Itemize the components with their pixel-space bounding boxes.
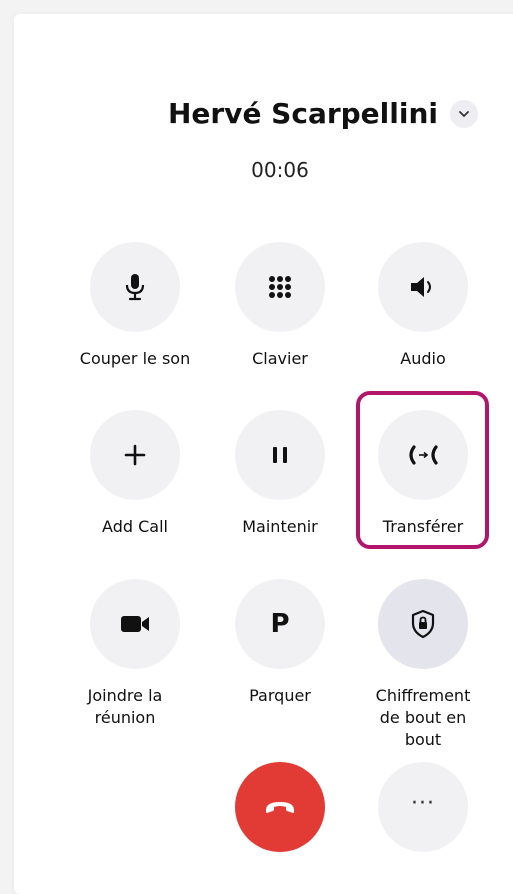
more-control: ··· xyxy=(348,762,498,852)
mute-control: Couper le son xyxy=(60,242,210,370)
chevron-down-icon xyxy=(459,111,469,117)
hang-up-button[interactable] xyxy=(235,762,325,852)
transfer-control: Transférer xyxy=(348,410,498,538)
call-header: Hervé Scarpellini xyxy=(0,96,513,136)
join-meeting-control: Joindre la réunion xyxy=(60,579,210,729)
keypad-icon xyxy=(269,276,291,298)
hold-control: Maintenir xyxy=(205,410,355,538)
caller-dropdown-button[interactable] xyxy=(450,100,478,128)
join-meeting-button[interactable] xyxy=(90,579,180,669)
keypad-control: Clavier xyxy=(205,242,355,370)
hangup-control xyxy=(205,762,355,852)
park-label: Parquer xyxy=(249,686,311,705)
transfer-button[interactable] xyxy=(378,410,468,500)
video-camera-icon xyxy=(121,616,149,632)
mute-button[interactable] xyxy=(90,242,180,332)
hold-label: Maintenir xyxy=(242,517,318,536)
caller-name: Hervé Scarpellini xyxy=(167,97,438,130)
more-dots-icon: ··· xyxy=(411,790,435,816)
microphone-icon xyxy=(125,274,145,301)
call-timer: 00:06 xyxy=(251,158,309,182)
transfer-label: Transférer xyxy=(382,517,464,536)
park-letter-icon: P xyxy=(270,609,290,639)
plus-icon xyxy=(124,444,146,466)
speaker-icon xyxy=(411,277,431,297)
encryption-control: Chiffrement de bout en bout xyxy=(348,579,498,751)
hang-up-icon xyxy=(266,802,294,813)
audio-label: Audio xyxy=(400,349,446,368)
shield-lock-icon xyxy=(411,609,435,639)
audio-button[interactable] xyxy=(378,242,468,332)
add-call-control: Add Call xyxy=(60,410,210,538)
park-control: P Parquer xyxy=(205,579,355,707)
pause-icon xyxy=(273,447,287,463)
keypad-button[interactable] xyxy=(235,242,325,332)
park-button[interactable]: P xyxy=(235,579,325,669)
add-call-label: Add Call xyxy=(102,517,168,536)
add-call-button[interactable] xyxy=(90,410,180,500)
audio-control: Audio xyxy=(348,242,498,370)
mute-label: Couper le son xyxy=(79,349,191,368)
keypad-label: Clavier xyxy=(252,349,308,368)
join-meeting-label: Joindre la réunion xyxy=(87,686,163,727)
encryption-button[interactable] xyxy=(378,579,468,669)
encryption-label: Chiffrement de bout en bout xyxy=(375,686,471,749)
more-options-button[interactable]: ··· xyxy=(378,762,468,852)
transfer-call-icon xyxy=(409,445,438,465)
hold-button[interactable] xyxy=(235,410,325,500)
